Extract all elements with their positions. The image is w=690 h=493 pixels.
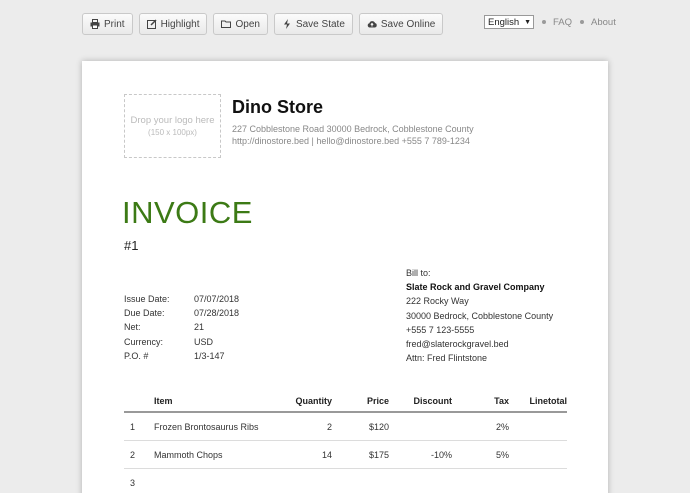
top-nav: English ▼ FAQ About (484, 15, 616, 29)
separator-dot (542, 20, 546, 24)
logo-dropzone[interactable]: Drop your logo here (150 x 100px) (124, 94, 221, 158)
row-price[interactable]: $175 (332, 450, 389, 460)
meta-label: Due Date: (124, 308, 165, 319)
row-discount[interactable]: -10% (389, 450, 452, 460)
row-quantity[interactable]: 2 (284, 422, 332, 432)
open-button-label: Open (235, 18, 260, 30)
col-discount: Discount (413, 396, 452, 406)
meta-label: Currency: (124, 336, 164, 347)
store-name[interactable]: Dino Store (232, 97, 323, 118)
row-number: 1 (130, 421, 136, 432)
table-row[interactable]: 3 (124, 469, 567, 493)
invoice-title[interactable]: INVOICE (122, 195, 253, 231)
due-date-value[interactable]: 07/28/2018 (194, 308, 239, 318)
meta-label: Net: (124, 322, 141, 333)
edit-icon (146, 19, 157, 29)
store-address[interactable]: 227 Cobblestone Road 30000 Bedrock, Cobb… (232, 124, 474, 134)
logo-dropzone-size: (150 x 100px) (148, 128, 197, 137)
po-number-value[interactable]: 1/3-147 (194, 351, 225, 361)
col-linetotal: Linetotal (529, 396, 568, 406)
invoice-paper: Drop your logo here (150 x 100px) Dino S… (82, 61, 608, 493)
table-row[interactable]: 2 Mammoth Chops 14 $175 -10% 5% (124, 441, 567, 469)
issue-date-value[interactable]: 07/07/2018 (194, 294, 239, 304)
row-item[interactable]: Frozen Brontosaurus Ribs (154, 422, 284, 432)
print-button-label: Print (104, 18, 125, 30)
save-state-button-label: Save State (295, 18, 345, 30)
chevron-down-icon: ▼ (524, 18, 531, 26)
meta-row: P.O. # 1/3-147 (124, 349, 239, 363)
meta-row: Due Date: 07/28/2018 (124, 306, 239, 320)
row-item[interactable]: Mammoth Chops (154, 450, 284, 460)
net-value[interactable]: 21 (194, 322, 204, 332)
client-email[interactable]: fred@slaterockgravel.bed (406, 337, 553, 351)
folder-icon (221, 19, 232, 29)
col-price: Price (366, 396, 389, 406)
language-select[interactable]: English ▼ (484, 15, 534, 29)
bill-to-label: Bill to: (406, 268, 431, 278)
print-icon (90, 19, 100, 29)
open-button[interactable]: Open (213, 13, 268, 35)
highlight-button[interactable]: Highlight (138, 13, 208, 35)
meta-row: Issue Date: 07/07/2018 (124, 292, 239, 306)
language-select-value: English (488, 16, 520, 28)
meta-label: Issue Date: (124, 294, 170, 305)
col-item: Item (154, 396, 173, 406)
row-price[interactable]: $120 (332, 422, 389, 432)
col-tax: Tax (494, 396, 509, 406)
meta-row: Net: 21 (124, 320, 239, 334)
client-company[interactable]: Slate Rock and Gravel Company (406, 280, 553, 294)
save-online-button[interactable]: Save Online (358, 13, 444, 35)
items-table: Item Quantity Price Discount Tax Linetot… (124, 391, 567, 493)
table-header: Item Quantity Price Discount Tax Linetot… (124, 391, 567, 413)
meta-label: P.O. # (124, 350, 149, 361)
invoice-number[interactable]: #1 (124, 238, 138, 253)
currency-value[interactable]: USD (194, 337, 213, 347)
lightning-icon (282, 19, 292, 29)
client-street[interactable]: 222 Rocky Way (406, 294, 553, 308)
faq-link[interactable]: FAQ (553, 17, 572, 28)
row-number: 3 (130, 478, 136, 488)
client-phone[interactable]: +555 7 123-5555 (406, 323, 553, 337)
table-row[interactable]: 1 Frozen Brontosaurus Ribs 2 $120 2% (124, 413, 567, 441)
about-link[interactable]: About (591, 17, 616, 28)
bill-to: Bill to: Slate Rock and Gravel Company 2… (406, 266, 553, 365)
row-tax[interactable]: 5% (452, 450, 509, 460)
logo-dropzone-text: Drop your logo here (130, 115, 215, 126)
highlight-button-label: Highlight (160, 18, 200, 30)
client-city[interactable]: 30000 Bedrock, Cobblestone County (406, 309, 553, 323)
col-quantity: Quantity (295, 396, 332, 406)
cloud-upload-icon (367, 19, 377, 29)
store-contact[interactable]: http://dinostore.bed | hello@dinostore.b… (232, 136, 470, 146)
save-online-button-label: Save Online (380, 18, 436, 30)
separator-dot (580, 20, 585, 24)
client-attn[interactable]: Attn: Fred Flintstone (406, 351, 553, 365)
row-number: 2 (130, 449, 136, 460)
row-quantity[interactable]: 14 (284, 450, 332, 460)
save-state-button[interactable]: Save State (273, 13, 353, 35)
row-tax[interactable]: 2% (452, 422, 509, 432)
print-button[interactable]: Print (82, 13, 133, 35)
toolbar: Print Highlight Open Save State Save Onl… (82, 13, 444, 35)
invoice-meta: Issue Date: 07/07/2018 Due Date: 07/28/2… (124, 292, 239, 363)
meta-row: Currency: USD (124, 335, 239, 349)
